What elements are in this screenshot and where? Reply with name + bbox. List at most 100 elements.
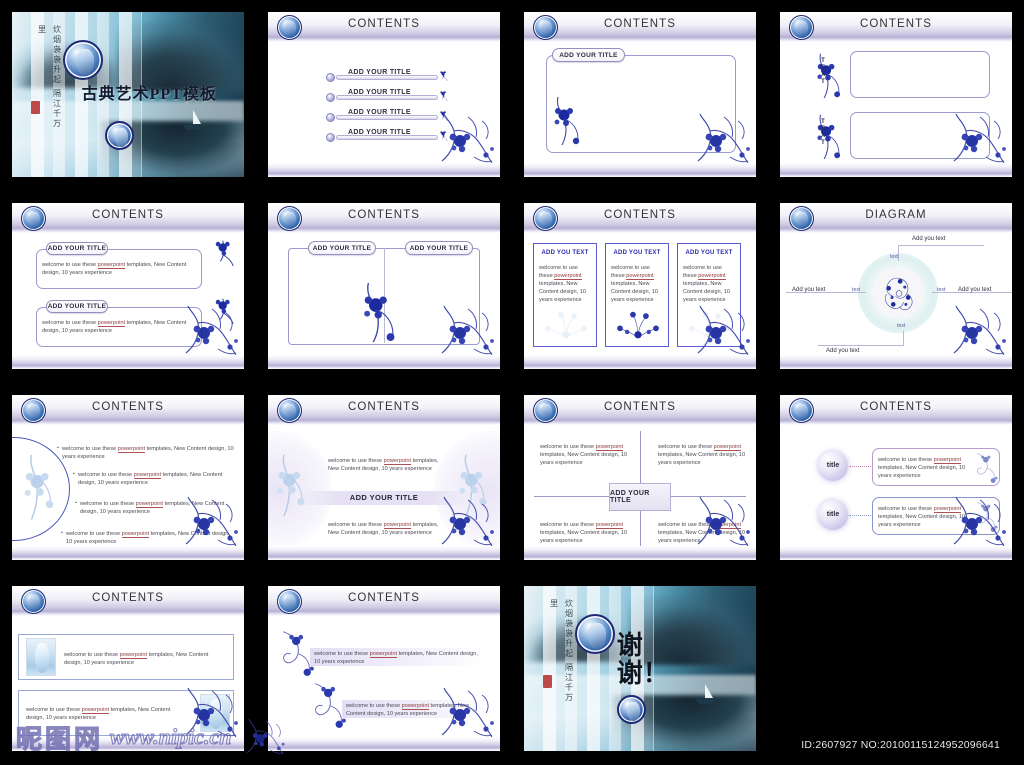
corner-floral-icon — [697, 113, 751, 164]
content-box-1[interactable] — [850, 51, 990, 98]
powerpoint-link[interactable]: powerpoint — [121, 530, 150, 538]
slide-cell-7: CONTENTS ADD YOU TEXT welcome to use the… — [512, 191, 768, 382]
bar-bullet-dot-icon — [326, 93, 335, 102]
powerpoint-link[interactable]: powerpoint — [595, 521, 624, 529]
cover-calligraphy: 炊烟袅袅升起 隔江千万里 — [37, 25, 62, 130]
slide-6-two-column[interactable]: CONTENTS ADD YOUR TITLE ADD YOUR TITLE — [268, 203, 500, 369]
powerpoint-link[interactable]: powerpoint — [97, 320, 126, 328]
floral-pale-icon — [544, 310, 588, 339]
slide-1-cover[interactable]: 炊烟袅袅升起 隔江千万里 古典艺术PPT模板 — [12, 12, 244, 178]
column-title-pill-2[interactable]: ADD YOUR TITLE — [405, 241, 473, 256]
circle-body-1: welcome to use these powerpoint template… — [878, 456, 966, 479]
bar-item-1[interactable]: ADD YOUR TITLE — [326, 69, 452, 82]
bar-item-4[interactable]: ADD YOUR TITLE — [326, 129, 452, 142]
vase-medallion-large-icon — [63, 40, 104, 81]
quadrant-body-2: welcome to use these powerpoint template… — [658, 443, 746, 466]
vase-medallion-small-icon — [616, 694, 646, 724]
bar-item-3[interactable]: ADD YOUR TITLE — [326, 109, 452, 122]
vase-body-1: welcome to use these powerpoint template… — [64, 651, 209, 666]
slide-thumbnail-grid: 炊烟袅袅升起 隔江千万里 古典艺术PPT模板 CONTENTS ADD YOUR… — [0, 0, 1024, 765]
column-title-pill-1[interactable]: ADD YOUR TITLE — [308, 241, 376, 256]
powerpoint-link[interactable]: powerpoint — [369, 650, 398, 658]
powerpoint-link[interactable]: powerpoint — [933, 456, 962, 464]
floral-sprig-icon — [440, 90, 448, 101]
top-body: welcome to use these powerpoint template… — [328, 457, 439, 472]
slide-10-center-band[interactable]: CONTENTS welcome to use these powerpoint… — [268, 394, 500, 560]
connector-dotted-1 — [849, 465, 871, 467]
column-2[interactable]: ADD YOU TEXT welcome to use these powerp… — [605, 243, 669, 347]
slide-title: CONTENTS — [347, 400, 421, 413]
slide-5-stacked-boxes[interactable]: CONTENTS ADD YOUR TITLE welcome to use t… — [12, 203, 244, 369]
column-body-2: welcome to use these powerpoint template… — [611, 265, 658, 304]
slide-4-vertical-text[interactable]: CONTENTS TEXT TEXT — [780, 12, 1012, 178]
powerpoint-link[interactable]: powerpoint — [401, 702, 430, 710]
powerpoint-link[interactable]: powerpoint — [626, 273, 654, 281]
slide-cell-1: 炊烟袅袅升起 隔江千万里 古典艺术PPT模板 — [0, 0, 256, 191]
powerpoint-link[interactable]: powerpoint — [595, 443, 624, 451]
powerpoint-link[interactable]: powerpoint — [133, 471, 162, 479]
vase-medallion-small-icon — [104, 121, 134, 151]
box-title-pill-2[interactable]: ADD YOUR TITLE — [46, 300, 108, 314]
slide-cell-8: DIAGRAM Add you text text Add you text t… — [768, 191, 1024, 382]
diagram-line-bottom — [818, 345, 904, 347]
slide-footer-band — [268, 354, 500, 369]
floral-pale-icon — [276, 453, 306, 517]
title-circle-2[interactable]: title — [818, 499, 848, 530]
slide-8-diagram[interactable]: DIAGRAM Add you text text Add you text t… — [780, 203, 1012, 369]
slide-title: CONTENTS — [91, 400, 165, 413]
diagram-connector-bottom — [903, 331, 904, 346]
bar-label: ADD YOUR TITLE — [348, 69, 411, 76]
powerpoint-link[interactable]: powerpoint — [117, 445, 146, 453]
powerpoint-link[interactable]: powerpoint — [81, 706, 110, 714]
bar-bullet-dot-icon — [326, 73, 335, 82]
powerpoint-link[interactable]: powerpoint — [97, 262, 126, 270]
quadrant-body-1: welcome to use these powerpoint template… — [540, 443, 628, 466]
box-title-pill-1[interactable]: ADD YOUR TITLE — [46, 242, 108, 256]
slide-9-bullets[interactable]: CONTENTS welcome to use these powerpoint… — [12, 394, 244, 560]
slide-footer-band — [524, 163, 756, 178]
slide-7-three-columns[interactable]: CONTENTS ADD YOU TEXT welcome to use the… — [524, 203, 756, 369]
quadrant-body-3: welcome to use these powerpoint template… — [540, 521, 628, 544]
slide-title: CONTENTS — [91, 209, 165, 222]
slide-title: CONTENTS — [603, 18, 677, 30]
corner-floral-icon — [441, 687, 495, 738]
powerpoint-link[interactable]: powerpoint — [713, 443, 742, 451]
floral-accent-icon — [816, 114, 841, 159]
slide-footer-band — [524, 545, 756, 560]
slide-11-quadrants[interactable]: CONTENTS welcome to use these powerpoint… — [524, 394, 756, 560]
slide-cell-10: CONTENTS welcome to use these powerpoint… — [256, 383, 512, 574]
slide-14-floral-rows[interactable]: CONTENTS welcome to use these powerpoint… — [268, 585, 500, 751]
bar-item-2[interactable]: ADD YOUR TITLE — [326, 89, 452, 102]
slide-12-title-circles[interactable]: CONTENTS title welcome to use these powe… — [780, 394, 1012, 560]
bar-label: ADD YOUR TITLE — [348, 129, 411, 136]
slide-footer-band — [780, 354, 1012, 369]
quadrant-center-title[interactable]: ADD YOUR TITLE — [609, 482, 671, 511]
powerpoint-link[interactable]: powerpoint — [554, 273, 582, 281]
powerpoint-link[interactable]: powerpoint — [119, 651, 148, 659]
box-title-pill[interactable]: ADD YOUR TITLE — [552, 48, 625, 62]
powerpoint-link[interactable]: powerpoint — [383, 521, 412, 529]
slide-footer-band — [780, 545, 1012, 560]
column-1[interactable]: ADD YOU TEXT welcome to use these powerp… — [533, 243, 597, 347]
title-circle-1[interactable]: title — [818, 450, 848, 481]
floral-pale-icon — [23, 453, 55, 520]
slide-15-thanks[interactable]: 炊烟袅袅升起 隔江千万里 谢谢！ — [524, 585, 756, 751]
powerpoint-link[interactable]: powerpoint — [698, 273, 726, 281]
slide-footer-band — [12, 737, 244, 751]
slide-cell-2: CONTENTS ADD YOUR TITLE ADD YOUR TITLE A… — [256, 0, 512, 191]
slide-title: CONTENTS — [347, 18, 421, 30]
slide-title: CONTENTS — [347, 209, 421, 222]
powerpoint-link[interactable]: powerpoint — [383, 457, 412, 465]
diagram-label-right: Add you text — [958, 287, 992, 294]
box-body-2: welcome to use these powerpoint template… — [42, 320, 187, 335]
corner-floral-icon — [441, 496, 495, 547]
vase-medallion-large-icon — [575, 613, 616, 654]
slide-13-vase-rows[interactable]: CONTENTS welcome to use these powerpoint… — [12, 585, 244, 751]
slide-title: CONTENTS — [91, 591, 165, 604]
slide-3-single-box[interactable]: CONTENTS ADD YOUR TITLE — [524, 12, 756, 178]
corner-floral-icon — [185, 304, 239, 356]
slide-cell-16 — [768, 574, 1024, 765]
column-header-2: ADD YOU TEXT — [613, 250, 661, 257]
slide-2-contents-bars[interactable]: CONTENTS ADD YOUR TITLE ADD YOUR TITLE A… — [268, 12, 500, 178]
powerpoint-link[interactable]: powerpoint — [135, 500, 164, 508]
